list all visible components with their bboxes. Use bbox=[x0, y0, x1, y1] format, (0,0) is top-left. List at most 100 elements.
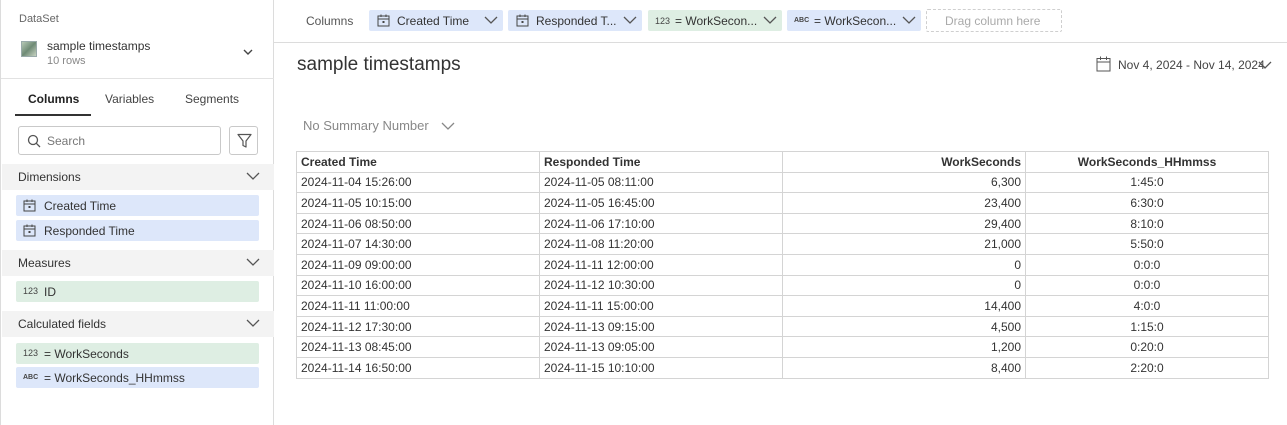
table-cell: 2024-11-05 10:15:00 bbox=[296, 192, 540, 214]
table-cell: 2024-11-13 09:05:00 bbox=[539, 336, 783, 358]
column-pill-responded-time[interactable]: Responded T... bbox=[508, 10, 642, 31]
column-header[interactable]: WorkSeconds_HHmmss bbox=[1025, 151, 1269, 173]
calendar-icon bbox=[516, 14, 529, 27]
table-cell: 2024-11-09 09:00:00 bbox=[296, 253, 540, 276]
table-row: 2024-11-12 17:30:00 2024-11-13 09:15:00 4,… bbox=[296, 315, 1269, 338]
table-cell: 2024-11-13 08:45:00 bbox=[296, 336, 540, 358]
chevron-down-icon bbox=[246, 172, 260, 180]
table-cell: 2024-11-12 17:30:00 bbox=[296, 315, 540, 338]
table-cell: 8:10:0 bbox=[1025, 212, 1269, 235]
calendar-icon bbox=[1096, 56, 1111, 72]
field-search[interactable] bbox=[18, 126, 221, 155]
table-row: 2024-11-07 14:30:00 2024-11-08 11:20:00 21… bbox=[296, 233, 1269, 255]
column-pill-workseconds[interactable]: 123 = WorkSecon... bbox=[648, 10, 782, 31]
table-cell: 2024-11-04 15:26:00 bbox=[296, 171, 540, 194]
table-header-row: Created Time Responded Time WorkSeconds … bbox=[296, 151, 1269, 173]
chevron-down-icon[interactable] bbox=[623, 15, 637, 26]
drop-zone-label: Drag column here bbox=[945, 14, 1041, 28]
table-cell: 0:0:0 bbox=[1025, 253, 1269, 276]
table-row: 2024-11-04 15:26:00 2024-11-05 08:11:00 6,… bbox=[296, 171, 1269, 194]
text-type-icon: ABC bbox=[23, 374, 39, 381]
table-cell: 4:0:0 bbox=[1025, 295, 1269, 317]
numeric-type-icon: 123 bbox=[23, 348, 39, 358]
page-title: sample timestamps bbox=[297, 54, 461, 75]
field-label: Responded Time bbox=[44, 224, 135, 238]
table-cell: 8,400 bbox=[782, 356, 1026, 379]
field-sidebar: DataSet sample timestamps 10 rows Column… bbox=[0, 0, 274, 425]
measures-section-header[interactable]: Measures bbox=[2, 250, 274, 276]
filter-button[interactable] bbox=[229, 126, 258, 155]
calendar-icon bbox=[23, 224, 36, 237]
table-cell: 14,400 bbox=[782, 295, 1026, 317]
chevron-down-icon bbox=[246, 258, 260, 266]
table-row: 2024-11-05 10:15:00 2024-11-05 16:45:00 23… bbox=[296, 192, 1269, 214]
calculated-fields-section-header[interactable]: Calculated fields bbox=[2, 311, 274, 337]
sidebar-tabs: Columns Variables Segments bbox=[15, 92, 260, 116]
table-row: 2024-11-14 16:50:00 2024-11-15 10:10:00 8,… bbox=[296, 356, 1269, 379]
table-cell: 6:30:0 bbox=[1025, 192, 1269, 214]
table-cell: 0 bbox=[782, 274, 1026, 297]
column-pill-label: Responded T... bbox=[536, 14, 617, 28]
table-cell: 2:20:0 bbox=[1025, 356, 1269, 379]
chevron-down-icon[interactable] bbox=[902, 15, 916, 26]
dataset-selector[interactable]: sample timestamps 10 rows bbox=[19, 37, 259, 71]
column-drop-zone[interactable]: Drag column here bbox=[926, 9, 1062, 32]
summary-number-label: No Summary Number bbox=[303, 118, 429, 133]
table-cell: 2024-11-05 16:45:00 bbox=[539, 192, 783, 214]
column-header[interactable]: Responded Time bbox=[539, 151, 783, 173]
date-range-picker[interactable]: Nov 4, 2024 - Nov 14, 2024 bbox=[1096, 56, 1276, 76]
column-pill-created-time[interactable]: Created Time bbox=[369, 10, 503, 31]
column-header[interactable]: WorkSeconds bbox=[782, 151, 1026, 173]
chevron-down-icon[interactable] bbox=[763, 15, 777, 26]
search-input[interactable] bbox=[47, 132, 215, 150]
field-workseconds[interactable]: 123 = WorkSeconds bbox=[16, 343, 259, 364]
table-cell: 2024-11-15 10:10:00 bbox=[539, 356, 783, 379]
divider bbox=[1, 78, 274, 79]
column-header[interactable]: Created Time bbox=[296, 151, 540, 173]
field-created-time[interactable]: Created Time bbox=[16, 195, 259, 216]
field-workseconds-hhmmss[interactable]: ABC = WorkSeconds_HHmmss bbox=[16, 367, 259, 388]
table-cell: 2024-11-11 12:00:00 bbox=[539, 253, 783, 276]
chevron-down-icon bbox=[441, 122, 455, 130]
table-cell: 2024-11-14 16:50:00 bbox=[296, 356, 540, 379]
chevron-down-icon[interactable] bbox=[241, 45, 255, 59]
measures-section-label: Measures bbox=[18, 256, 71, 270]
tab-variables[interactable]: Variables bbox=[105, 92, 154, 106]
table-cell: 1:45:0 bbox=[1025, 171, 1269, 194]
table-row: 2024-11-06 08:50:00 2024-11-06 17:10:00 29… bbox=[296, 212, 1269, 235]
column-pill-label: = WorkSecon... bbox=[675, 14, 758, 28]
active-tab-indicator bbox=[15, 114, 91, 116]
table-row: 2024-11-09 09:00:00 2024-11-11 12:00:00 0 0… bbox=[296, 253, 1269, 276]
dimensions-section-header[interactable]: Dimensions bbox=[2, 164, 274, 190]
table-cell: 2024-11-08 11:20:00 bbox=[539, 233, 783, 255]
table-cell: 0:0:0 bbox=[1025, 274, 1269, 297]
calendar-icon bbox=[377, 14, 390, 27]
table-row: 2024-11-13 08:45:00 2024-11-13 09:05:00 1,… bbox=[296, 336, 1269, 358]
columns-bar: Columns Created Time Responded T... 123 … bbox=[274, 0, 1287, 43]
field-label: Created Time bbox=[44, 199, 117, 213]
columns-bar-label: Columns bbox=[306, 14, 354, 28]
tab-columns[interactable]: Columns bbox=[28, 92, 79, 106]
date-range-text: Nov 4, 2024 - Nov 14, 2024 bbox=[1118, 58, 1265, 72]
table-cell: 1,200 bbox=[782, 336, 1026, 358]
text-type-icon: ABC bbox=[794, 17, 810, 24]
table-row: 2024-11-10 16:00:00 2024-11-12 10:30:00 0 0… bbox=[296, 274, 1269, 297]
dimensions-section-label: Dimensions bbox=[18, 170, 81, 184]
table-cell: 5:50:0 bbox=[1025, 233, 1269, 255]
calculated-fields-section-label: Calculated fields bbox=[18, 317, 107, 331]
table-cell: 2024-11-06 08:50:00 bbox=[296, 212, 540, 235]
summary-number-dropdown[interactable]: No Summary Number bbox=[303, 118, 463, 136]
tab-segments[interactable]: Segments bbox=[185, 92, 239, 106]
search-icon bbox=[27, 134, 41, 148]
table-cell: 2024-11-12 10:30:00 bbox=[539, 274, 783, 297]
column-pill-label: = WorkSecon... bbox=[814, 14, 897, 28]
table-cell: 2024-11-11 11:00:00 bbox=[296, 295, 540, 317]
table-cell: 4,500 bbox=[782, 315, 1026, 338]
column-pill-workseconds-hhmmss[interactable]: ABC = WorkSecon... bbox=[787, 10, 921, 31]
field-id[interactable]: 123 ID bbox=[16, 281, 259, 302]
table-cell: 2024-11-10 16:00:00 bbox=[296, 274, 540, 297]
chevron-down-icon[interactable] bbox=[484, 15, 498, 26]
field-responded-time[interactable]: Responded Time bbox=[16, 220, 259, 241]
field-label: ID bbox=[44, 285, 56, 299]
table-cell: 23,400 bbox=[782, 192, 1026, 214]
